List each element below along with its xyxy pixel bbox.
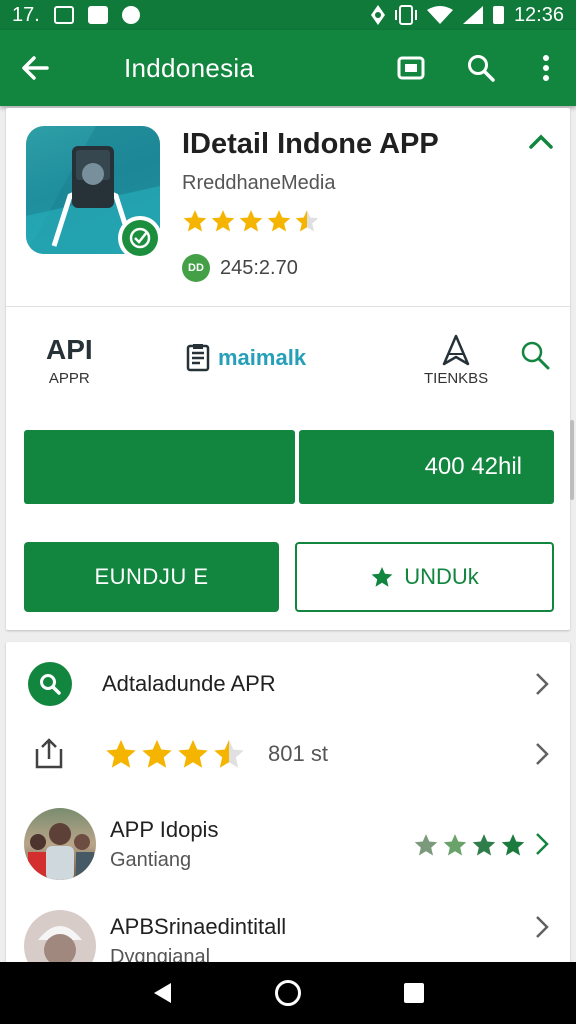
cast-icon [397,56,425,80]
tab-tienkbs-label: TIENKBS [424,370,489,387]
tab-tienkbs[interactable]: TIENKBS [424,334,488,387]
star-icon [501,834,525,856]
list-item[interactable]: APP Idopis Gantiang [6,806,570,882]
search-icon [521,341,550,370]
app-rating-stars [182,208,320,234]
app-bar: Inddonesia [0,30,576,106]
status-bar: 17. 12:36 [0,0,576,30]
progress-segment-left [24,430,295,504]
info-tabs: API APPR maimalk TIENKBS [6,334,570,406]
chevron-right-icon [536,916,549,938]
star-icon [472,834,496,856]
status-left-text: 17. [12,3,40,26]
list-item-title: APBSrinaedintitall [110,914,287,939]
system-nav-bar [0,962,576,1024]
home-nav-icon[interactable] [274,979,302,1007]
app-name: IDetail Indone APP [182,128,439,160]
cast-button[interactable] [376,30,446,106]
star-icon [371,567,393,587]
tab-search[interactable] [520,340,550,370]
developer-name[interactable]: RreddhaneMedia [182,172,335,195]
check-notification-icon [121,6,140,24]
share-icon [35,738,63,769]
download-info: DD 245:2.70 [182,254,298,282]
document-icon [186,344,210,372]
tab-api[interactable]: API APPR [46,334,93,387]
image-notification-icon [53,6,74,24]
star-icon [414,834,438,856]
avatar [24,808,96,880]
back-arrow-icon [22,56,49,80]
scrollbar[interactable] [570,420,574,500]
back-nav-icon[interactable] [151,981,173,1005]
progress-segment-right: 400 42hil [299,430,554,504]
chevron-right-icon [536,743,549,765]
related-list-card: Adtaladunde APR 801 st APP Idopis Gantia… [6,642,570,972]
message-notification-icon [87,6,108,24]
tab-maimalk-label: maimalk [218,345,307,370]
avatar-group-photo [28,823,94,880]
list-item-rating-stars [413,832,526,858]
back-button[interactable] [0,30,70,106]
star-half-icon [295,210,319,232]
status-time: 12:36 [513,3,564,26]
collapse-chevron-icon[interactable] [526,130,556,154]
download-button[interactable]: UNDUk [295,542,554,612]
star-icon [443,834,467,856]
wifi-icon [426,6,453,24]
search-circle-icon [28,662,72,706]
primary-action-button[interactable]: EUNDJU E [24,542,279,612]
list-item-title: Adtaladunde APR [102,671,276,696]
recents-nav-icon[interactable] [403,982,425,1004]
star-full-icon [142,739,172,768]
more-vert-icon [543,55,549,81]
star-full-icon [211,210,235,232]
download-badge: DD [182,254,210,282]
list-item[interactable]: 801 st [6,734,570,774]
list-item-title: APP Idopis [110,816,219,842]
tab-api-label: API [46,334,93,365]
location-icon [370,5,385,25]
star-half-icon [214,739,244,768]
battery-icon [492,6,504,24]
star-full-icon [239,210,263,232]
verified-badge [118,216,162,260]
divider [6,306,570,307]
tab-maimalk[interactable]: maimalk [186,334,306,372]
app-detail-card: IDetail Indone APP RreddhaneMedia DD 245… [6,108,570,630]
verified-check-icon [129,227,151,249]
download-count: 245:2.70 [220,256,298,279]
overflow-menu-button[interactable] [516,30,576,106]
star-full-icon [183,210,207,232]
list-item-rating-stars [104,737,246,771]
list-item-value: 801 st [268,741,328,766]
progress-label: 400 42hil [424,453,522,480]
navigation-arrow-icon [442,334,470,366]
action-buttons: EUNDJU E UNDUk [24,542,554,612]
download-progress-bar: 400 42hil [24,430,554,504]
download-button-label: UNDUk [404,564,479,589]
signal-icon [462,6,483,24]
chevron-right-icon [536,673,549,695]
star-full-icon [267,210,291,232]
search-button[interactable] [446,30,516,106]
star-full-icon [106,739,136,768]
list-item[interactable]: Adtaladunde APR [6,662,570,706]
list-item-subtitle: Gantiang [110,848,192,871]
star-full-icon [178,739,208,768]
search-icon [40,674,61,695]
tab-api-sublabel: APPR [48,370,90,387]
search-icon [468,55,495,82]
app-bar-title: Inddonesia [124,52,255,83]
vibrate-icon [394,5,417,25]
chevron-right-icon [536,833,549,855]
